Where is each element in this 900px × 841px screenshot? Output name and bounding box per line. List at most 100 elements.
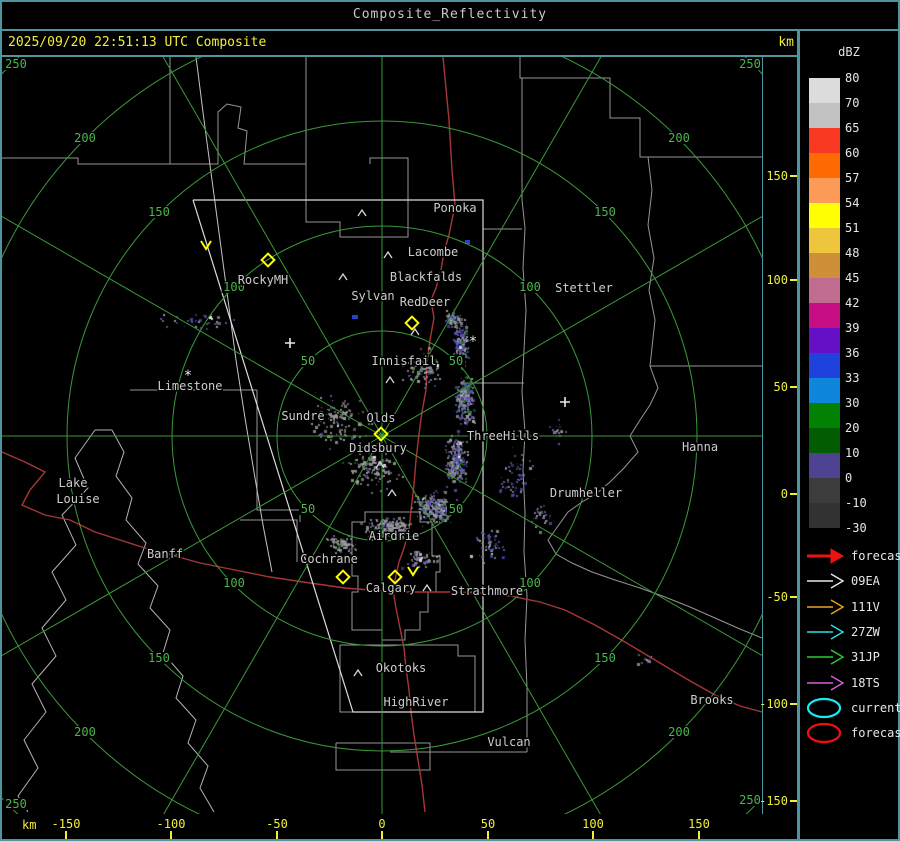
radar-map[interactable]: 50 50 50 50 100 100 100 100 150 150 150 150 200 200 20… (2, 57, 763, 814)
chevron-marker-icon (383, 250, 393, 259)
city-label-strathmore: Strathmore (451, 584, 523, 598)
right-axis-label: 50 (773, 380, 788, 394)
dbz-scale-label: 42 (845, 296, 860, 310)
city-label-drumheller: Drumheller (550, 486, 622, 500)
plus-marker-icon (560, 397, 570, 407)
legend-row-111V: 111V (805, 595, 880, 619)
ring-distance-label: 250 (5, 57, 27, 71)
dbz-scale-label: 10 (845, 446, 860, 460)
right-axis-label: 100 (766, 273, 788, 287)
ring-distance-label: 100 (519, 280, 541, 294)
dbz-scale-label: 33 (845, 371, 860, 385)
ring-distance-label: 150 (594, 651, 616, 665)
dbz-swatch (809, 203, 840, 228)
ring-distance-label: 150 (148, 205, 170, 219)
dbz-swatch (809, 253, 840, 278)
map-unit-label: km (778, 35, 794, 50)
dbz-swatch (809, 378, 840, 403)
dbz-swatch (809, 228, 840, 253)
dbz-scale-label: 0 (845, 471, 853, 485)
legend-label: forecast (851, 549, 900, 563)
plus-marker-icon (285, 338, 295, 348)
dbz-swatch (809, 303, 840, 328)
chevron-marker-icon (387, 488, 397, 497)
city-label-airdrie: Airdrie (369, 529, 420, 543)
dbz-scale-label: 65 (845, 121, 860, 135)
dbz-swatch (809, 353, 840, 378)
city-label-ponoka: Ponoka (433, 201, 476, 215)
legend-label: forecast (851, 726, 900, 741)
legend-arrow-icon (807, 548, 844, 564)
city-label-hanna: Hanna (682, 440, 718, 454)
asterisk-marker-icon: * (184, 368, 192, 384)
dbz-swatch (809, 453, 840, 478)
ring-distance-label: 50 (449, 354, 463, 368)
ring-distance-label: 50 (301, 354, 315, 368)
city-label-okotoks: Okotoks (376, 661, 427, 675)
ring-distance-label: 200 (74, 725, 96, 739)
chevron-marker-icon (385, 375, 395, 384)
chevron-marker-icon (338, 272, 348, 281)
city-label-lake: Lake (59, 476, 88, 490)
radar-site-icon (404, 315, 420, 331)
ring-distance-label: 250 (5, 797, 27, 811)
city-label-threehills: ThreeHills (467, 429, 539, 443)
dbz-swatch (809, 78, 840, 103)
dbz-scale-label: 45 (845, 271, 860, 285)
city-label-louise: Louise (56, 492, 99, 506)
dbz-scale-label: 51 (845, 221, 860, 235)
legend-row-31JP: 31JP (805, 645, 880, 669)
city-label-cochrane: Cochrane (300, 552, 358, 566)
ring-distance-label: 150 (594, 205, 616, 219)
right-axis-label: 150 (766, 169, 788, 183)
right-axis-label: -150 (759, 794, 788, 808)
ring-distance-label: 150 (148, 651, 170, 665)
right-axis-label: -50 (766, 590, 788, 604)
range-rings-group: 50 5050 50100 100100 100150 150150 150200 20020… (2, 57, 762, 814)
city-label-rockymh: RockyMH (238, 273, 289, 287)
bottom-axis-tick (592, 831, 594, 839)
dbz-scale-label: 30 (845, 396, 860, 410)
city-label-reddeer: RedDeer (400, 295, 451, 309)
bottom-axis-label: 0 (378, 817, 386, 831)
city-label-vulcan: Vulcan (487, 735, 530, 749)
ring-distance-label: 250 (739, 57, 761, 71)
city-label-sundre: Sundre (281, 409, 324, 423)
dbz-scale-label: -10 (845, 496, 867, 510)
chevron-marker-icon (357, 208, 367, 217)
city-label-banff: Banff (147, 547, 183, 561)
ring-distance-label: 200 (74, 131, 96, 145)
chevron-marker-icon (375, 460, 385, 469)
legend-row-27ZW: 27ZW (805, 620, 880, 644)
dbz-swatch (809, 153, 840, 178)
legend-arrow-icon (807, 598, 845, 615)
dbz-scale-label: 80 (845, 71, 860, 85)
window-title: Composite_Reflectivity (352, 7, 548, 22)
bottom-axis-tick (487, 831, 489, 839)
dbz-scale-label: 20 (845, 421, 860, 435)
wind-arrow-icon (407, 566, 419, 577)
timestamp-label: 2025/09/20 22:51:13 UTC Composite (8, 35, 267, 50)
city-label-blackfalds: Blackfalds (390, 270, 462, 284)
legend-ellipse-icon (806, 722, 842, 744)
right-distance-axis: 150 100 50 0 -50 -100 -150 (759, 57, 798, 814)
map-overlay-layer: 50 5050 50100 100100 100150 150150 150200 20020… (2, 57, 762, 814)
radar-site-icon (335, 569, 351, 585)
bottom-axis-tick (381, 831, 383, 839)
dbz-swatch (809, 178, 840, 203)
dbz-scale-label: 48 (845, 246, 860, 260)
ring-distance-label: 50 (449, 502, 463, 516)
dbz-swatch (809, 328, 840, 353)
dbz-swatch (809, 478, 840, 503)
city-label-lacombe: Lacombe (408, 245, 459, 259)
legend-arrow-icon (807, 573, 845, 589)
city-label-calgary: Calgary (366, 581, 417, 595)
bottom-axis-unit: km (22, 818, 37, 832)
title-bar: Composite_Reflectivity (0, 0, 900, 31)
bottom-axis-tick (170, 831, 172, 839)
city-label-olds: Olds (367, 411, 396, 425)
legend-row-18TS: 18TS (805, 671, 880, 695)
radar-app-window: Composite_Reflectivity 2025/09/20 22:51:… (0, 0, 900, 841)
city-label-didsbury: Didsbury (349, 441, 407, 455)
right-axis-label: -100 (759, 697, 788, 711)
